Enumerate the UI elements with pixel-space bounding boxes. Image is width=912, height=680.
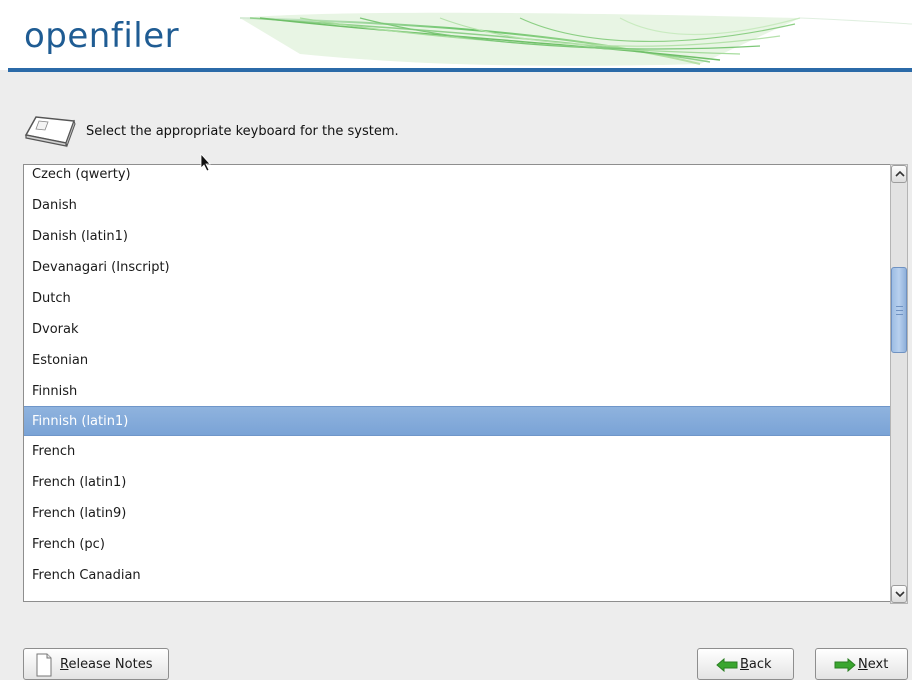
list-item[interactable]: French (24, 437, 890, 467)
brand-logo: openfiler (24, 16, 180, 56)
scroll-thumb[interactable] (891, 267, 907, 353)
chevron-down-icon (895, 591, 905, 598)
list-item[interactable]: French Canadian (24, 561, 890, 591)
list-scrollbar[interactable] (890, 164, 908, 604)
next-button[interactable]: Next (815, 648, 908, 680)
scroll-up-button[interactable] (891, 165, 907, 183)
release-notes-label: Release Notes (60, 657, 153, 672)
grip-icon (896, 306, 903, 315)
list-item[interactable]: Danish (24, 191, 890, 221)
instruction-text: Select the appropriate keyboard for the … (86, 124, 399, 139)
list-item[interactable]: Dutch (24, 284, 890, 314)
document-icon (36, 653, 52, 677)
scroll-down-button[interactable] (891, 585, 907, 603)
arrow-right-icon (834, 658, 856, 672)
list-item-selected[interactable]: Finnish (latin1) (24, 406, 890, 436)
arrow-left-icon (716, 658, 738, 672)
back-label: Back (740, 657, 772, 672)
release-notes-button[interactable]: Release Notes (23, 648, 169, 680)
back-button[interactable]: Back (697, 648, 794, 680)
mouse-pointer-icon (200, 153, 211, 172)
list-item[interactable]: Finnish (24, 377, 890, 407)
list-item[interactable]: Estonian (24, 346, 890, 376)
next-label: Next (858, 657, 889, 672)
header-divider (8, 68, 912, 72)
list-item[interactable]: Czech (qwerty) (24, 165, 890, 190)
list-item[interactable]: French (pc) (24, 530, 890, 560)
keyboard-icon (22, 113, 78, 153)
chevron-up-icon (895, 170, 905, 177)
list-item[interactable]: French (latin1) (24, 468, 890, 498)
list-item[interactable]: Devanagari (Inscript) (24, 253, 890, 283)
list-item[interactable]: Dvorak (24, 315, 890, 345)
keyboard-list[interactable]: Czech (qwerty) Danish Danish (latin1) De… (23, 164, 891, 602)
list-item[interactable]: French (latin9) (24, 499, 890, 529)
list-item[interactable]: Danish (latin1) (24, 222, 890, 252)
header-banner: openfiler (0, 0, 912, 70)
